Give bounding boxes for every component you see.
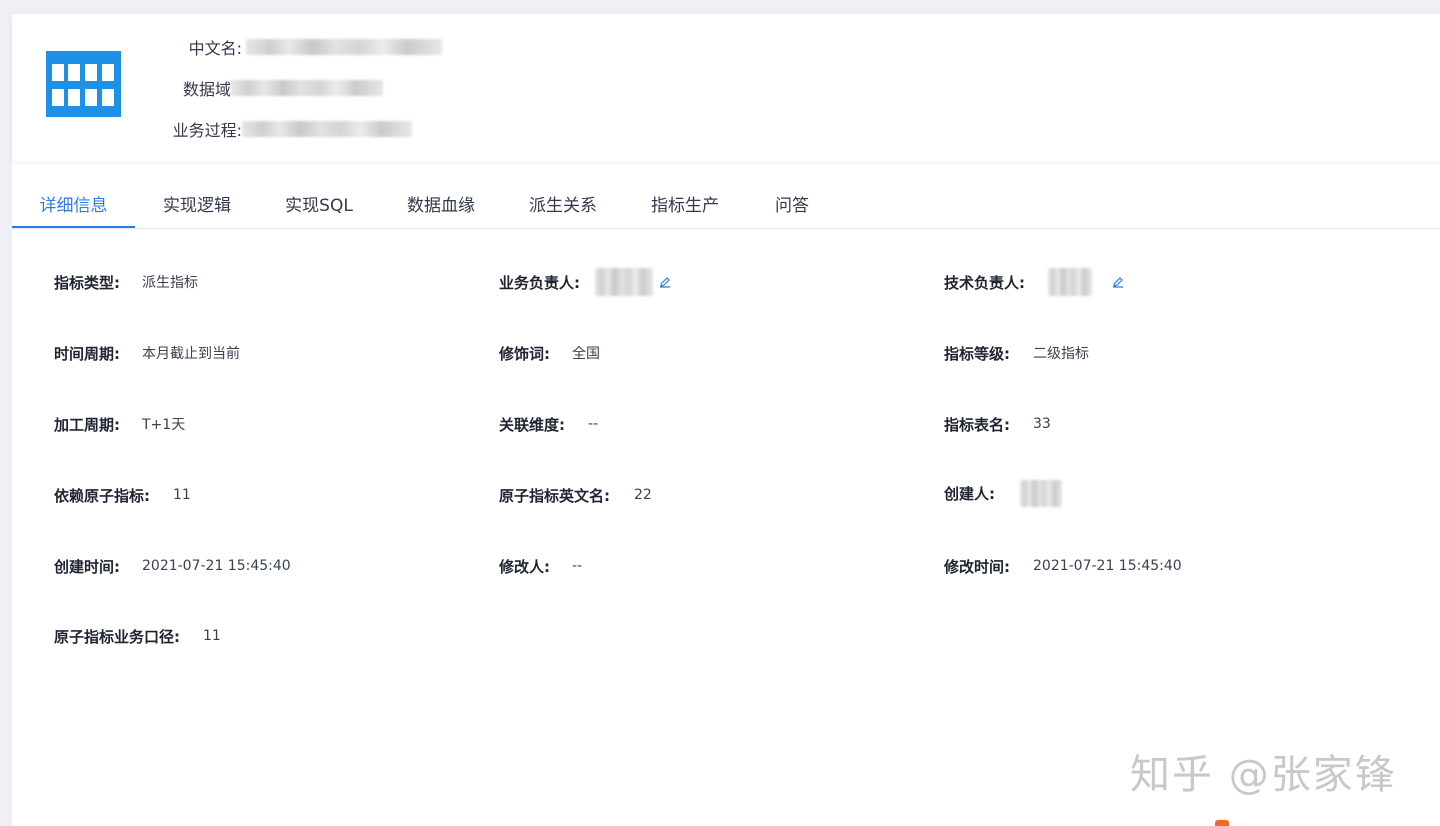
atomic-metric-value: 11 [173, 487, 191, 503]
modified-time-label: 修改时间: [944, 557, 1010, 576]
tab-qa[interactable]: 问答 [762, 182, 822, 228]
chinese-name-value-redacted [246, 39, 442, 55]
field-creator: 创建人: [944, 479, 1062, 507]
field-business-owner: 业务负责人: [499, 268, 671, 296]
creator-label: 创建人: [944, 484, 995, 503]
business-owner-label: 业务负责人: [499, 273, 580, 292]
field-modifier: 修饰词: 全国 [499, 341, 600, 365]
tab-production[interactable]: 指标生产 [640, 182, 730, 228]
field-time-period: 时间周期: 本月截止到当前 [54, 341, 240, 365]
zhihu-watermark: 知乎 @张家锋 [1130, 752, 1397, 798]
created-time-value: 2021-07-21 15:45:40 [142, 558, 291, 574]
time-period-value: 本月截止到当前 [142, 346, 240, 362]
related-dimension-label: 关联维度: [499, 415, 565, 434]
decorative-dot [1215, 820, 1229, 826]
field-metric-type: 指标类型: 派生指标 [54, 270, 198, 294]
atomic-en-name-value: 22 [634, 487, 652, 503]
process-cycle-value: T+1天 [142, 417, 186, 433]
business-owner-value-redacted [595, 268, 653, 296]
table-icon [46, 51, 121, 117]
atomic-business-scope-label: 原子指标业务口径: [54, 627, 180, 646]
modified-by-value: -- [572, 558, 583, 574]
page: 中文名: 数据域 业务过程: 详细信息 实现逻辑 实现SQL 数据血缘 派生关系… [12, 14, 1440, 826]
metric-type-label: 指标类型: [54, 273, 120, 292]
modifier-label: 修饰词: [499, 344, 550, 363]
field-atomic-business-scope: 原子指标业务口径: 11 [54, 624, 221, 648]
field-metric-table: 指标表名: 33 [944, 412, 1051, 436]
related-dimension-value: -- [588, 416, 599, 432]
modifier-value: 全国 [572, 346, 600, 362]
modified-time-value: 2021-07-21 15:45:40 [1033, 558, 1182, 574]
metric-table-value: 33 [1033, 416, 1051, 432]
atomic-business-scope-value: 11 [203, 628, 221, 644]
chinese-name-label: 中文名: [188, 39, 242, 58]
created-time-label: 创建时间: [54, 557, 120, 576]
field-atomic-en-name: 原子指标英文名: 22 [499, 483, 652, 507]
process-cycle-label: 加工周期: [54, 415, 120, 434]
tab-bar: 详细信息 实现逻辑 实现SQL 数据血缘 派生关系 指标生产 问答 [12, 182, 1440, 229]
edit-icon[interactable] [659, 276, 671, 288]
tech-owner-value-redacted [1048, 268, 1092, 296]
time-period-label: 时间周期: [54, 344, 120, 363]
field-tech-owner: 技术负责人: [944, 268, 1124, 296]
chinese-name-row: 中文名: [162, 34, 442, 60]
tech-owner-label: 技术负责人: [944, 273, 1025, 292]
edit-icon[interactable] [1112, 276, 1124, 288]
metric-level-label: 指标等级: [944, 344, 1010, 363]
field-metric-level: 指标等级: 二级指标 [944, 341, 1089, 365]
metric-type-value: 派生指标 [142, 275, 198, 291]
modified-by-label: 修改人: [499, 557, 550, 576]
field-modified-time: 修改时间: 2021-07-21 15:45:40 [944, 554, 1182, 578]
tab-logic[interactable]: 实现逻辑 [152, 182, 242, 228]
tab-detail-info[interactable]: 详细信息 [12, 182, 135, 228]
tab-lineage[interactable]: 数据血缘 [396, 182, 486, 228]
atomic-metric-label: 依赖原子指标: [54, 486, 150, 505]
field-atomic-metric: 依赖原子指标: 11 [54, 483, 191, 507]
metric-level-value: 二级指标 [1033, 346, 1089, 362]
metric-header: 中文名: 数据域 业务过程: [12, 14, 1440, 161]
metric-table-label: 指标表名: [944, 415, 1010, 434]
field-process-cycle: 加工周期: T+1天 [54, 412, 185, 436]
process-value-redacted [242, 121, 412, 137]
process-label: 业务过程: [172, 121, 242, 140]
active-tab-indicator [12, 226, 135, 228]
process-row: 业务过程: [162, 116, 412, 142]
field-modified-by: 修改人: -- [499, 554, 582, 578]
field-created-time: 创建时间: 2021-07-21 15:45:40 [54, 554, 291, 578]
domain-value-redacted [231, 80, 383, 96]
tab-derivation[interactable]: 派生关系 [518, 182, 608, 228]
field-related-dimension: 关联维度: -- [499, 412, 598, 436]
domain-label: 数据域 [182, 80, 231, 99]
creator-value-redacted [1020, 479, 1062, 507]
domain-row: 数据域 [162, 75, 383, 101]
tab-sql[interactable]: 实现SQL [274, 182, 364, 228]
atomic-en-name-label: 原子指标英文名: [499, 486, 610, 505]
